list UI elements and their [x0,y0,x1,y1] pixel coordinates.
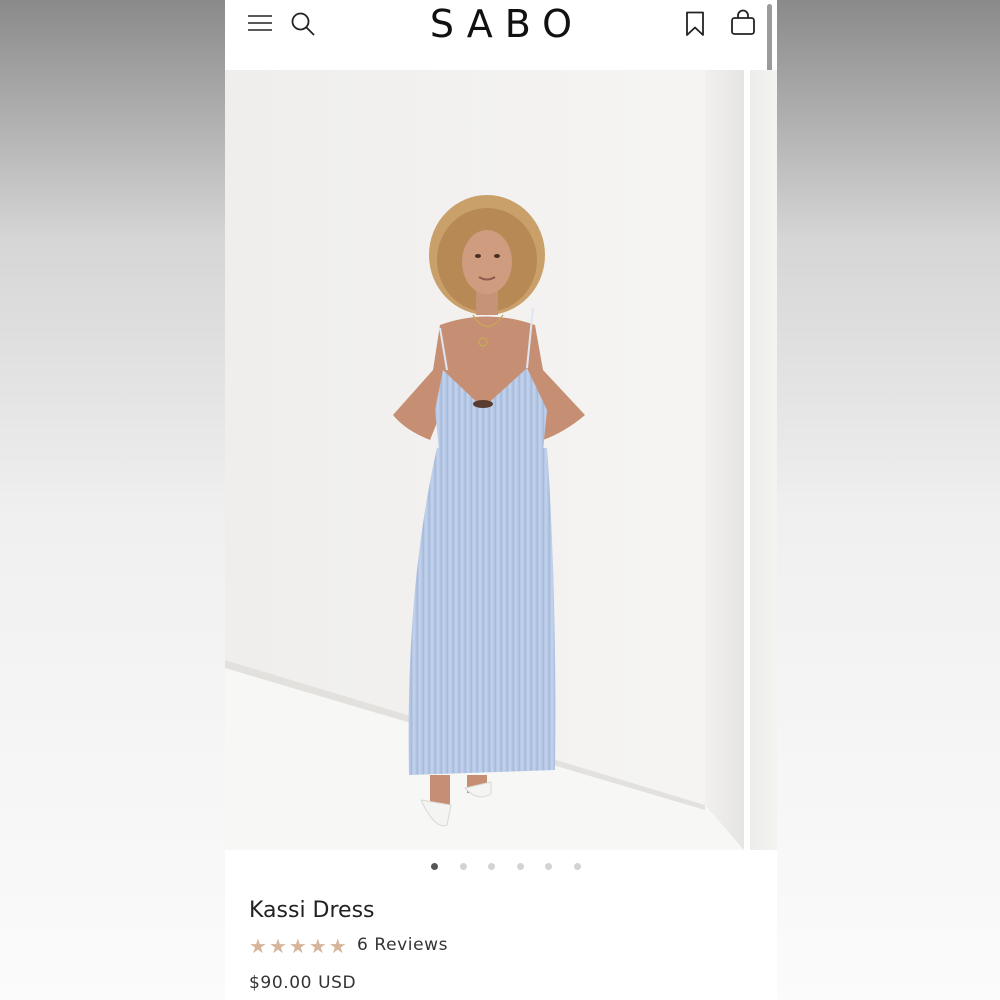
site-header: SABO [225,0,777,70]
backdrop-right [777,0,1000,1000]
backdrop-left [0,0,225,1000]
star-icon: ★ [249,934,267,958]
gallery-dot[interactable] [573,863,581,870]
product-title: Kassi Dress [249,898,375,923]
product-image-gallery[interactable] [225,70,777,850]
star-icon: ★ [268,934,287,958]
next-product-image-peek[interactable] [750,70,777,850]
reviews-link[interactable]: 6 Reviews [357,935,448,955]
bookmark-icon[interactable] [682,9,708,39]
product-image[interactable] [225,70,744,850]
star-icon: ★ [308,934,327,958]
shopping-bag-icon[interactable] [728,8,758,38]
gallery-dot[interactable] [516,863,524,870]
gallery-dot[interactable] [431,863,438,870]
product-price: $90.00 USD [249,973,357,993]
star-icon: ★ [288,934,307,958]
rating-stars[interactable]: ★ ★ ★ ★ ★ [249,934,347,958]
mobile-page: SABO Kassi Dress ★ ★ ★ ★ ★ 6 Reviews $90… [225,0,777,1000]
star-icon: ★ [328,934,347,958]
gallery-dot[interactable] [488,863,495,870]
gallery-dot[interactable] [459,863,467,870]
gallery-pagination-dots [225,863,777,875]
gallery-dot[interactable] [545,863,552,870]
